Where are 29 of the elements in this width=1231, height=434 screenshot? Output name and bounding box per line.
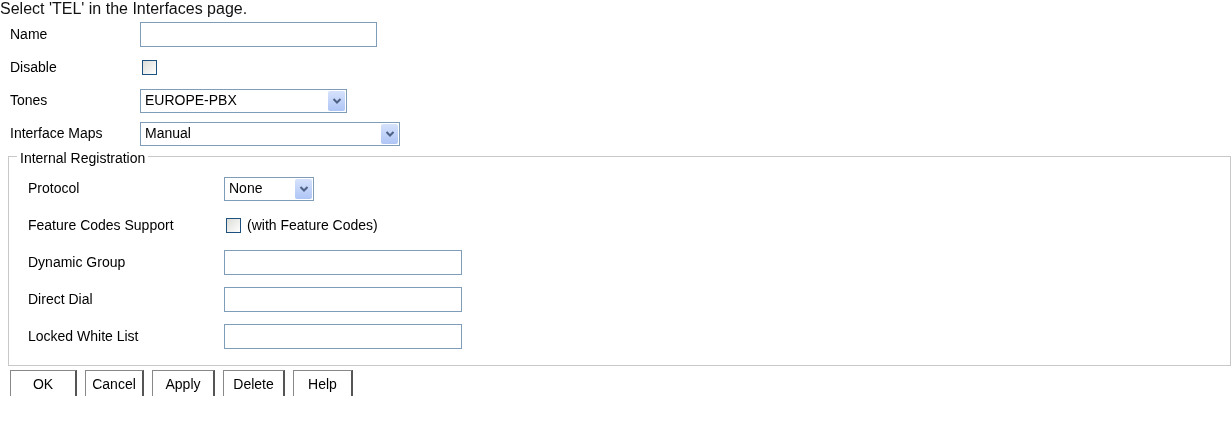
dropdown[interactable]: Manual	[140, 121, 400, 146]
group-title: Internal Registration	[17, 150, 149, 166]
form-button[interactable]: OK	[10, 370, 77, 396]
field-label: Name	[9, 25, 49, 44]
form-button[interactable]: Apply	[152, 370, 215, 396]
text-field[interactable]	[140, 22, 377, 47]
field-label: Direct Dial	[27, 290, 94, 309]
dropdown[interactable]: EUROPE-PBX	[140, 88, 347, 113]
instruction-text: Select 'TEL' in the Interfaces page.	[0, 0, 249, 18]
form-button[interactable]: Delete	[223, 370, 285, 396]
field-label: Disable	[9, 58, 58, 77]
dropdown[interactable]: None	[224, 176, 314, 201]
chevron-down-icon	[295, 178, 312, 199]
field-label: Tones	[9, 91, 49, 110]
checkbox[interactable]	[226, 218, 241, 233]
form-button[interactable]: Cancel	[85, 370, 144, 396]
text-field[interactable]	[224, 324, 462, 349]
field-label: Protocol	[27, 179, 81, 198]
checkbox[interactable]	[142, 60, 157, 75]
field-label: Locked White List	[27, 327, 140, 346]
checkbox-note: (with Feature Codes)	[247, 216, 378, 235]
field-label: Feature Codes Support	[27, 216, 175, 235]
text-field[interactable]	[224, 250, 462, 275]
field-label: Dynamic Group	[27, 253, 127, 272]
field-label: Interface Maps	[9, 124, 104, 143]
form-button[interactable]: Help	[293, 370, 353, 396]
chevron-down-icon	[381, 123, 398, 144]
text-field[interactable]	[224, 287, 462, 312]
chevron-down-icon	[328, 90, 345, 111]
